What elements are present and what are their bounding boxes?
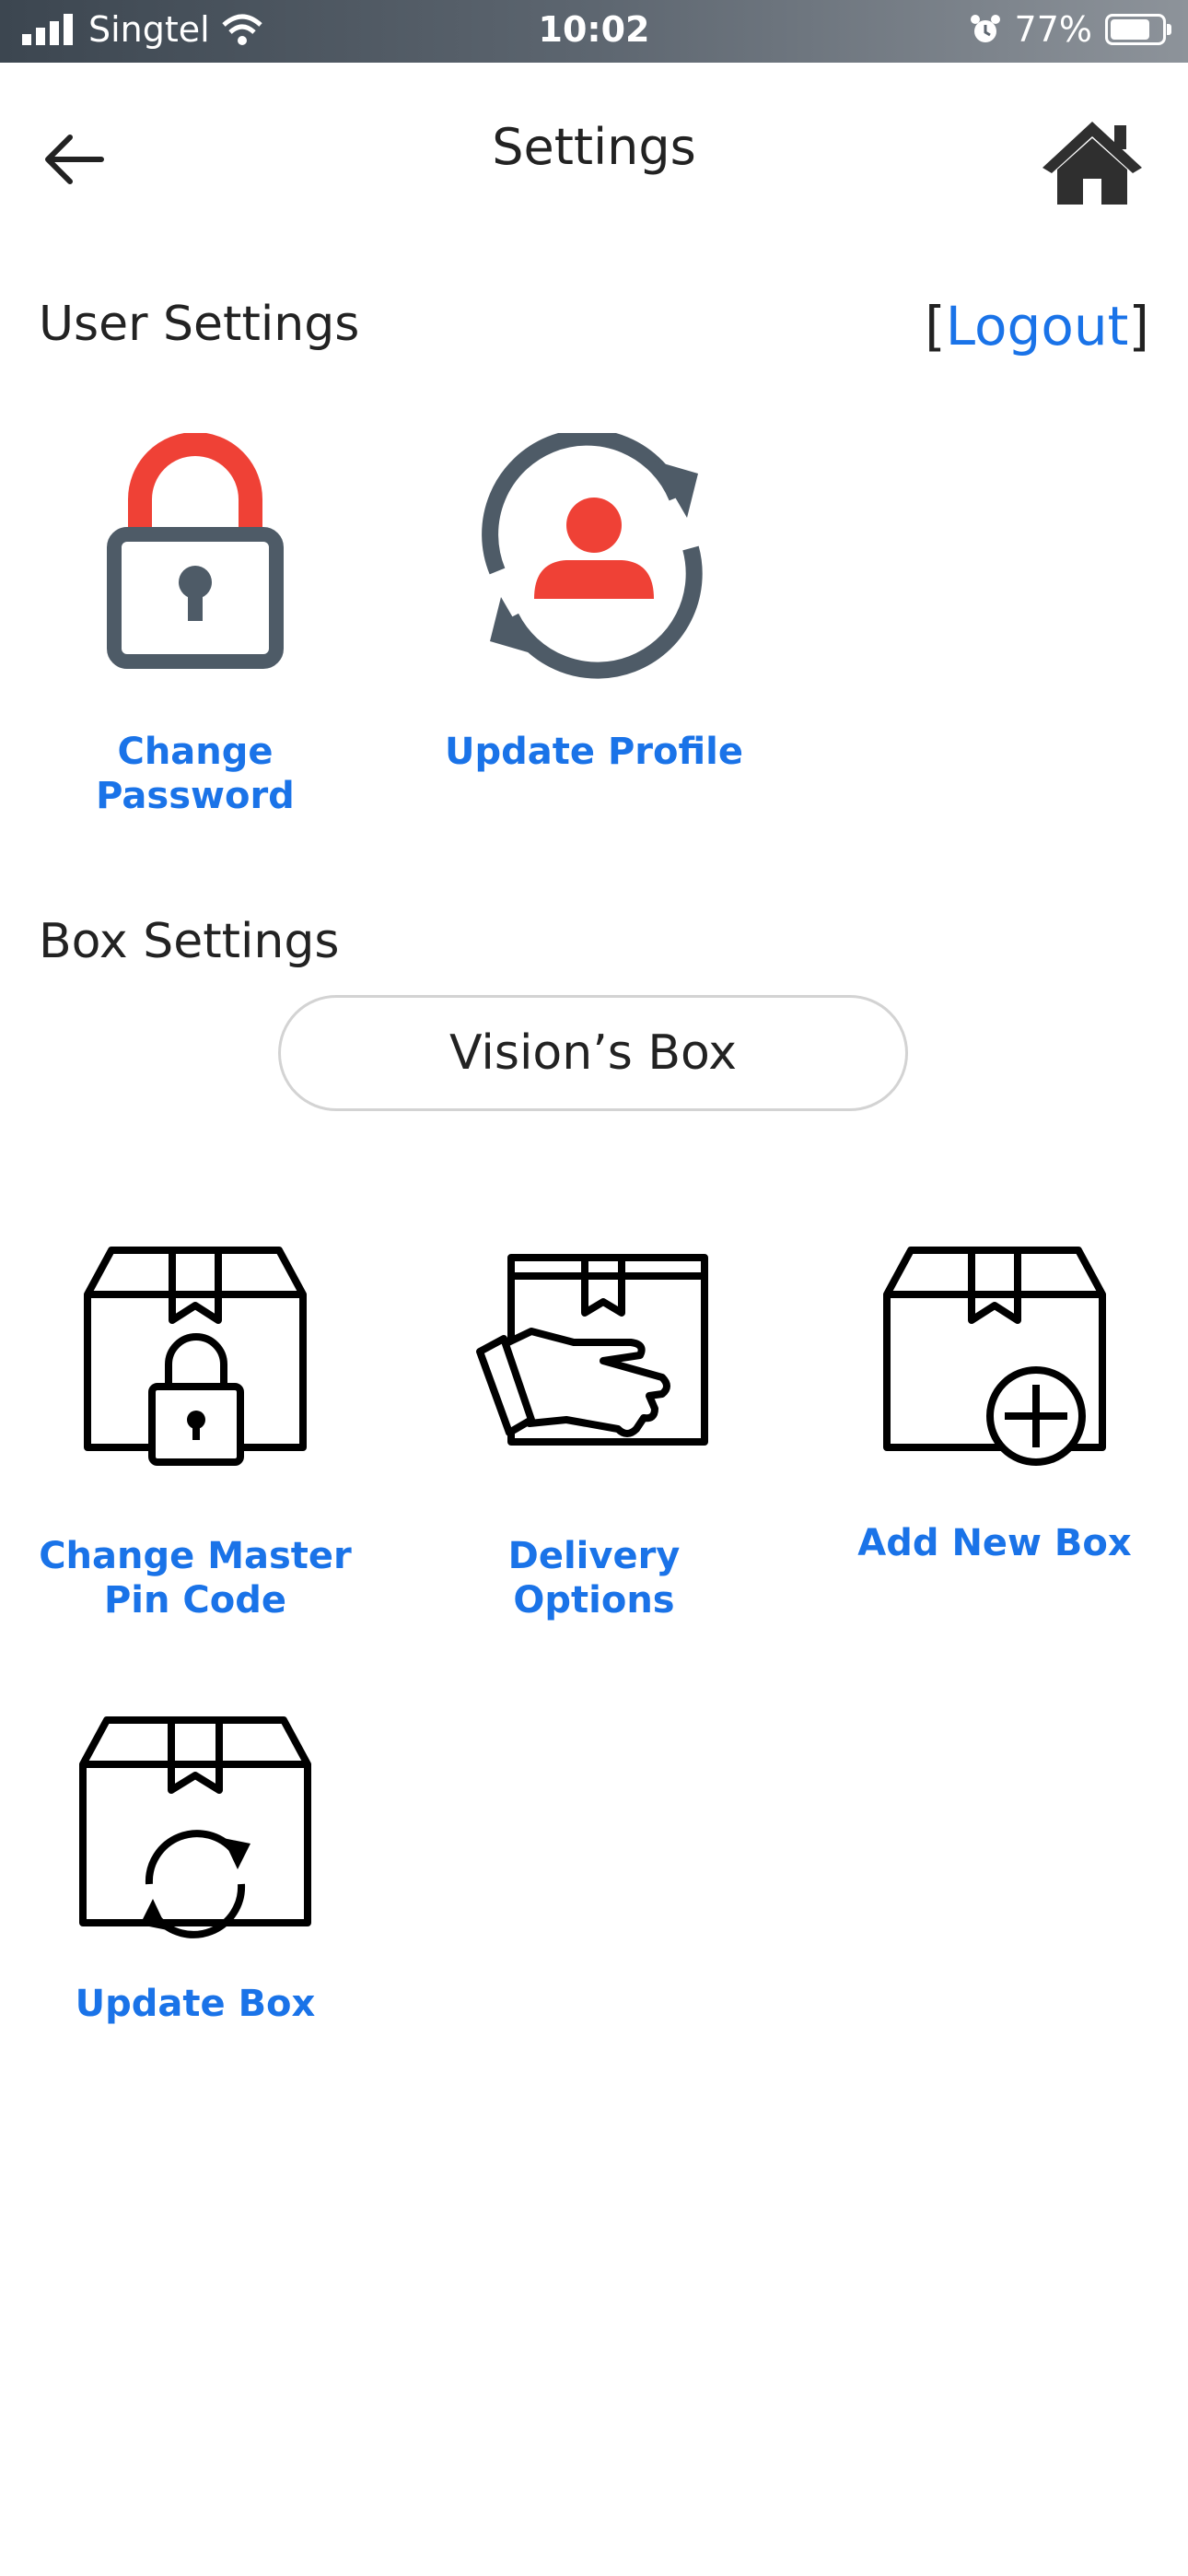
box-add-icon — [883, 1247, 1106, 1466]
update-box-label: Update Box — [75, 1983, 316, 2025]
home-icon[interactable] — [1039, 116, 1146, 208]
box-settings-heading: Box Settings — [39, 914, 340, 969]
status-right: 77% — [969, 9, 1171, 50]
battery-percent: 77% — [1014, 9, 1092, 50]
nav-header: Settings — [0, 63, 1188, 247]
add-new-box-tile[interactable]: Add New Box — [829, 1239, 1160, 1565]
box-lock-icon — [84, 1247, 307, 1466]
alarm-icon — [970, 15, 1000, 42]
change-password-tile[interactable]: Change Password — [48, 433, 343, 818]
battery-icon — [1105, 14, 1171, 45]
change-master-pin-label: Change Master Pin Code — [39, 1535, 352, 1622]
user-settings-heading: User Settings — [39, 297, 360, 352]
box-refresh-icon — [79, 1716, 311, 1938]
profile-sync-icon — [482, 433, 703, 679]
delivery-options-tile[interactable]: Delivery Options — [424, 1239, 764, 1622]
box-delivery-icon — [476, 1254, 708, 1446]
change-password-label: Change Password — [96, 731, 295, 817]
page-title: Settings — [492, 118, 696, 176]
update-box-tile[interactable]: Update Box — [29, 1709, 361, 2026]
box-selector[interactable]: Vision’s Box — [278, 995, 908, 1111]
padlock-icon — [107, 433, 284, 669]
delivery-options-label: Delivery Options — [507, 1535, 681, 1622]
update-profile-label: Update Profile — [445, 731, 743, 773]
logout-label[interactable]: Logout — [946, 295, 1129, 357]
change-master-pin-tile[interactable]: Change Master Pin Code — [29, 1239, 361, 1622]
add-new-box-label: Add New Box — [857, 1522, 1132, 1564]
status-bar: Singtel 10:02 77% — [0, 0, 1188, 63]
logout-link[interactable]: [Logout] — [925, 295, 1149, 357]
update-profile-tile[interactable]: Update Profile — [433, 433, 755, 774]
